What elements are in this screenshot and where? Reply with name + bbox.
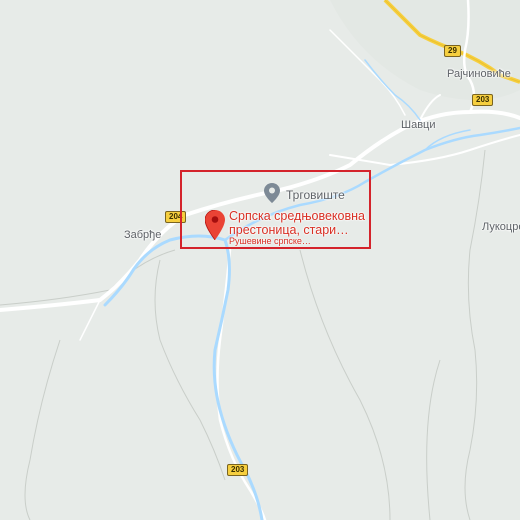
map-base-layer: [0, 0, 520, 520]
place-label[interactable]: Рајчиновиће: [447, 68, 511, 80]
highlight-box: [180, 170, 371, 249]
place-label[interactable]: Забрђе: [124, 229, 161, 241]
map-canvas[interactable]: Рајчиновиће Шавци Забрђе Лукоцре 29 203 …: [0, 0, 520, 520]
place-label[interactable]: Шавци: [401, 119, 436, 131]
road-shield: 29: [444, 45, 461, 57]
road-shield: 203: [472, 94, 494, 106]
place-label[interactable]: Лукоцре: [482, 221, 520, 233]
road-shield: 203: [227, 464, 249, 476]
